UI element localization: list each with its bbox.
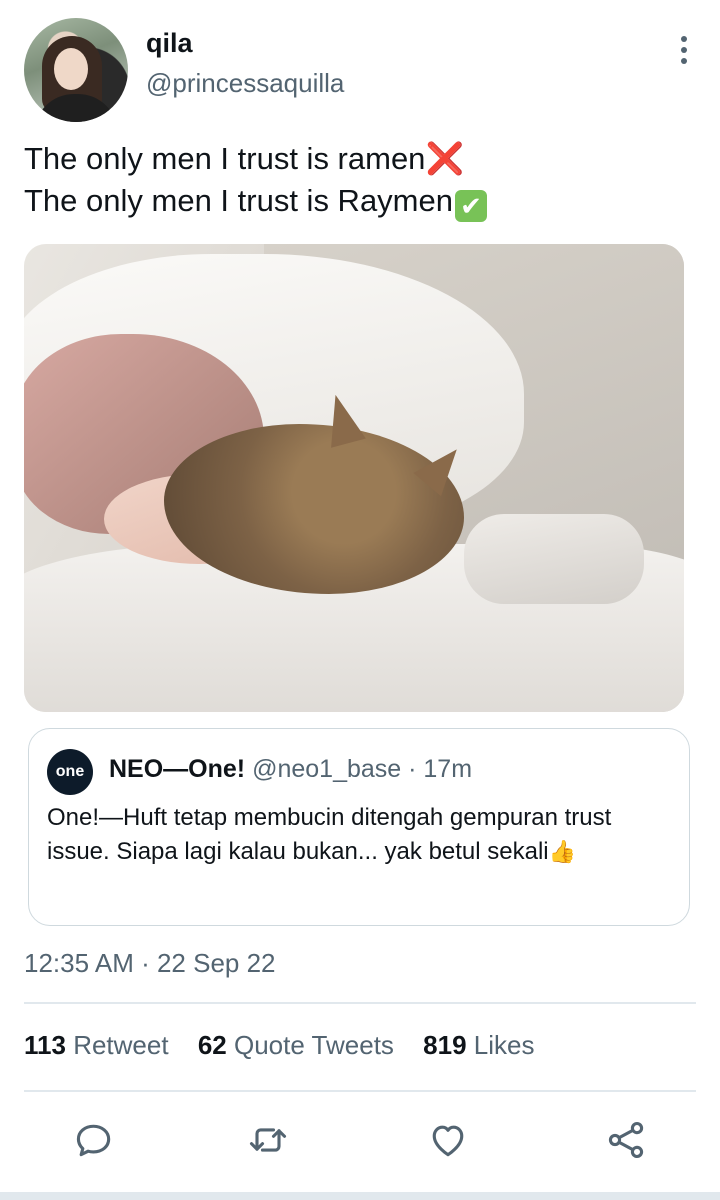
tweet-photo[interactable] (24, 244, 684, 712)
author-name[interactable]: qila (146, 28, 193, 59)
check-mark-icon: ✔ (455, 190, 487, 222)
thumbs-up-icon: 👍 (548, 839, 577, 864)
more-vertical-icon[interactable] (676, 36, 692, 66)
photo-sleeve (464, 514, 644, 604)
likes-count: 819 (423, 1030, 467, 1060)
share-icon[interactable] (604, 1118, 648, 1162)
timestamp-separator: · (133, 948, 157, 978)
tweet-date: 22 Sep 22 (156, 948, 276, 978)
quote-author-handle: @neo1_base (252, 755, 402, 783)
quote-label: Quote Tweets (233, 1030, 394, 1060)
quote-separator: · (401, 755, 424, 783)
quote-time: 17m (423, 755, 473, 783)
heart-icon[interactable] (426, 1118, 470, 1162)
reply-icon[interactable] (72, 1118, 116, 1162)
tweet-line-2: The only men I trust is Raymen (24, 183, 453, 218)
cross-mark-icon: ❌ (425, 141, 465, 176)
likes-stat[interactable]: 819 Likes (423, 1030, 534, 1060)
quote-body: One!—Huft tetap membucin ditengah gempur… (47, 804, 612, 865)
quote-author-name: NEO—One! (109, 755, 246, 783)
tweet-timestamp: 12:35 AM · 22 Sep 22 (24, 948, 276, 979)
retweet-icon[interactable] (246, 1118, 290, 1162)
quote-stat[interactable]: 62 Quote Tweets (198, 1030, 394, 1060)
quote-tweet-card[interactable]: one NEO—One! @neo1_base · 17m One!—Huft … (28, 728, 690, 926)
quote-header: NEO—One! @neo1_base · 17m (109, 755, 472, 784)
retweet-count: 113 (24, 1030, 66, 1060)
quote-avatar[interactable]: one (47, 749, 93, 795)
avatar-face (54, 48, 88, 90)
tweet-line-1: The only men I trust is ramen (24, 141, 426, 176)
author-handle[interactable]: @princessaquilla (146, 68, 344, 99)
quote-count: 62 (197, 1030, 227, 1060)
author-avatar[interactable] (24, 18, 128, 122)
tweet-header: qila @princessaquilla (24, 18, 696, 122)
tweet-time: 12:35 AM (24, 948, 134, 978)
retweet-label: Retweet (73, 1030, 169, 1060)
action-bar (24, 1112, 696, 1168)
quote-text: One!—Huft tetap membucin ditengah gempur… (47, 801, 671, 869)
bottom-divider (0, 1192, 720, 1200)
divider (24, 1090, 696, 1092)
likes-label: Likes (473, 1030, 535, 1060)
retweet-stat[interactable]: 113 Retweet (24, 1030, 169, 1060)
tweet-text: The only men I trust is ramen❌ The only … (24, 138, 696, 222)
tweet-stats: 113 Retweet 62 Quote Tweets 819 Likes (24, 1030, 556, 1061)
divider (24, 1002, 696, 1004)
